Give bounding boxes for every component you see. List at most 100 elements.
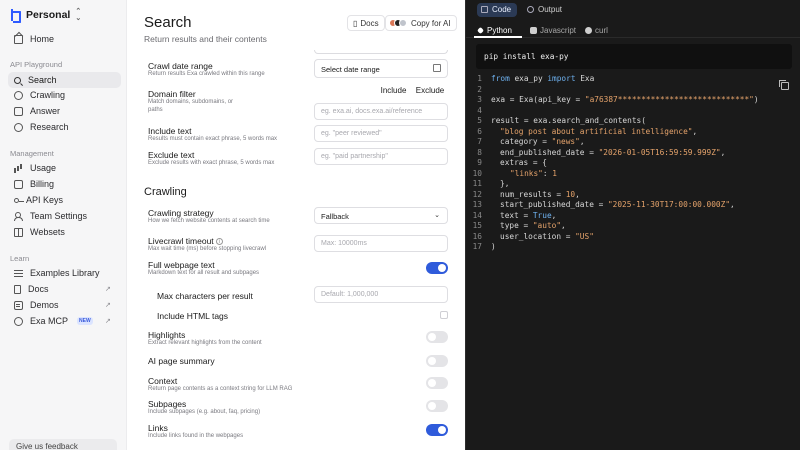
sidebar-item-crawling[interactable]: Crawling [14, 88, 65, 102]
sidebar-item-home[interactable]: Home [14, 32, 54, 46]
sidebar-item-search[interactable]: Search [8, 72, 121, 88]
date-range-picker[interactable]: Select date range [314, 59, 448, 78]
code-token: , [730, 200, 735, 209]
sidebar-item-usage[interactable]: Usage [14, 161, 56, 175]
sidebar-item-billing[interactable]: Billing [14, 177, 54, 191]
code-token: type = [500, 221, 533, 230]
section-label-api-playground: API Playground [10, 60, 63, 69]
sidebar-item-demos[interactable]: Demos [14, 298, 59, 312]
full-webpage-text-label: Full webpage text [148, 260, 215, 270]
copy-icon[interactable] [779, 80, 789, 90]
workspace-switcher[interactable]: Personal ⌃ ⌄ [10, 8, 81, 22]
document-icon [14, 284, 21, 294]
context-help: Return page contents as a context string… [148, 386, 293, 392]
sidebar-item-label: Research [30, 122, 69, 132]
crawl-icon [14, 90, 23, 100]
ai-logo-icon [399, 19, 407, 27]
calendar-icon [433, 64, 441, 72]
code-token: num_results = [500, 189, 566, 199]
domain-filter-label: Domain filter [148, 89, 196, 99]
include-html-tags-label: Include HTML tags [157, 311, 229, 321]
feedback-button[interactable]: Give us feedback [9, 439, 117, 450]
line-number: 16 [472, 231, 482, 241]
max-characters-input[interactable]: Default: 1,000,000 [314, 286, 448, 303]
subpages-toggle[interactable] [426, 400, 448, 412]
code-token: from [491, 74, 510, 83]
info-icon[interactable]: i [215, 238, 223, 245]
tab-python[interactable]: Python [476, 26, 512, 35]
livecrawl-timeout-label: Livecrawl timeout i [148, 236, 223, 246]
include-toggle[interactable]: Include [375, 83, 412, 99]
sidebar-item-websets[interactable]: Websets [14, 225, 65, 239]
tab-curl[interactable]: curl [585, 26, 608, 35]
workspace-name: Personal [26, 9, 71, 21]
code-token: , [561, 221, 566, 230]
sidebar-item-docs[interactable]: Docs [14, 282, 49, 296]
code-token: text = [500, 210, 533, 220]
livecrawl-timeout-input[interactable]: Max: 10000ms [314, 235, 448, 252]
sidebar-item-label: Usage [30, 163, 57, 173]
code-token: ) [491, 242, 496, 251]
code-token: exa = Exa(api_key = [491, 95, 585, 104]
sidebar-item-label: API Keys [26, 195, 64, 205]
active-tab-underline [474, 36, 522, 38]
docs-button-label: Docs [360, 19, 379, 28]
copy-for-ai-button[interactable]: Copy for AI [385, 15, 457, 31]
sidebar-item-label: Home [30, 34, 55, 44]
domain-filter-input[interactable]: eg. exa.ai, docs.exa.ai/reference [314, 103, 448, 120]
crawling-strategy-help: How we fetch website contents at search … [148, 218, 270, 224]
code-token: , [692, 126, 698, 136]
tab-code[interactable]: Code [477, 3, 518, 17]
sidebar-item-exa-mcp[interactable]: Exa MCP NEW [14, 314, 93, 328]
line-number: 6 [477, 126, 482, 136]
javascript-icon [530, 27, 537, 34]
code-token: 10 [565, 189, 576, 199]
exclude-toggle[interactable]: Exclude [412, 83, 448, 99]
include-text-input[interactable]: eg. "peer reviewed" [314, 125, 448, 142]
code-token: }, [500, 179, 510, 188]
line-number: 9 [477, 158, 482, 167]
sidebar-item-api-keys[interactable]: API Keys [14, 193, 63, 207]
include-html-tags-checkbox[interactable] [440, 311, 448, 319]
tab-label: curl [595, 26, 608, 35]
sidebar-item-answer[interactable]: Answer [14, 104, 60, 118]
sidebar-item-label: Websets [30, 227, 65, 237]
sidebar-item-examples-library[interactable]: Examples Library [14, 266, 100, 280]
websets-icon [14, 227, 23, 237]
external-link-icon: ↗ [105, 318, 111, 325]
credit-card-icon [14, 179, 23, 189]
sidebar-item-team-settings[interactable]: Team Settings [14, 209, 87, 223]
crawl-date-help: Return results Exa crawled within this r… [148, 71, 265, 77]
ai-page-summary-toggle[interactable] [426, 355, 448, 367]
tab-output[interactable]: Output [523, 3, 568, 17]
exa-logo-icon [10, 9, 21, 21]
sidebar-item-research[interactable]: Research [14, 120, 69, 134]
exclude-text-input[interactable]: eg. "paid partnership" [314, 148, 448, 165]
section-label-learn: Learn [10, 254, 30, 263]
code-icon [481, 6, 488, 13]
crawling-section-title: Crawling [144, 186, 187, 198]
sidebar-item-label: Answer [30, 106, 61, 116]
context-toggle[interactable] [426, 377, 448, 389]
code-token: result = exa.search_and_contents( [491, 116, 646, 125]
tab-label: Code [492, 5, 512, 14]
install-command[interactable]: pip install exa-py [476, 44, 792, 69]
links-label: Links [148, 423, 168, 433]
highlights-toggle[interactable] [426, 331, 448, 343]
code-token: : [542, 168, 553, 178]
sidebar-item-label: Docs [28, 284, 49, 294]
tab-javascript[interactable]: Javascript [530, 26, 576, 35]
docs-button[interactable]: ▯ Docs [347, 15, 385, 31]
crawling-strategy-select[interactable]: Fallback ⌄ [314, 207, 448, 224]
demos-icon [14, 300, 23, 310]
section-label-management: Management [10, 149, 54, 158]
exclude-text-label: Exclude text [148, 150, 195, 160]
code-token: "auto" [532, 221, 562, 230]
code-token: , [579, 137, 585, 146]
line-number: 14 [472, 210, 482, 220]
code-token: start_published_date = [500, 200, 608, 209]
full-webpage-text-toggle[interactable] [426, 262, 448, 274]
links-toggle[interactable] [426, 424, 448, 436]
tab-label: Javascript [540, 26, 577, 35]
include-text-label: Include text [148, 126, 192, 136]
